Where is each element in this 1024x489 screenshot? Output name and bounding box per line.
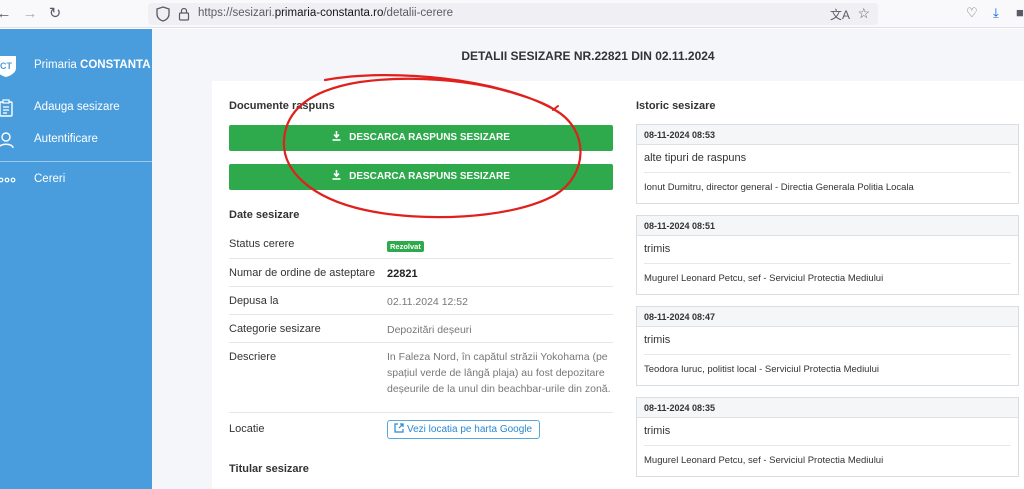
status-badge: Rezolvat	[387, 241, 424, 252]
address-bar[interactable]: https://sesizari.primaria-constanta.ro/d…	[148, 3, 878, 25]
history-author: Ionut Dumitru, director general - Direct…	[644, 182, 914, 193]
sidebar-item-adauga-sesizare[interactable]: Adauga sesizare	[0, 97, 152, 119]
external-link-icon	[394, 423, 404, 433]
detail-label: Depusa la	[229, 295, 279, 307]
download-response-button[interactable]: DESCARCA RASPUNS SESIZARE	[229, 164, 613, 190]
url-text: https://sesizari.primaria-constanta.ro/d…	[198, 7, 454, 19]
history-divider	[644, 263, 1011, 264]
back-arrow-icon[interactable]: ←	[0, 4, 14, 24]
documents-section-title: Documente raspuns	[229, 100, 335, 112]
svg-text:CT: CT	[0, 61, 12, 71]
history-divider	[644, 354, 1011, 355]
sidebar: CT Primaria CONSTANTA Adauga sesizare Au…	[0, 29, 152, 489]
detail-label: Descriere	[229, 351, 277, 363]
forward-arrow-icon[interactable]: →	[20, 4, 40, 24]
pocket-icon[interactable]: ♡	[966, 5, 978, 21]
history-entry: 08-11-2024 08:51 trimis Mugurel Leonard …	[636, 215, 1019, 295]
history-status: trimis	[644, 425, 671, 437]
history-time: 08-11-2024 08:51	[637, 216, 1018, 236]
download-response-button[interactable]: DESCARCA RASPUNS SESIZARE	[229, 125, 613, 151]
detail-label: Numar de ordine de asteptare	[229, 267, 376, 279]
reload-icon[interactable]: ↻	[45, 4, 65, 24]
history-author: Teodora Iuruc, politist local - Serviciu…	[644, 364, 879, 375]
dots-icon	[0, 177, 16, 183]
details-section-title: Date sesizare	[229, 209, 300, 221]
queue-number-value: 22821	[387, 268, 418, 280]
clipboard-icon	[0, 99, 13, 117]
history-status: alte tipuri de raspuns	[644, 152, 747, 164]
detail-row-description: Descriere In Faleza Nord, în capătul str…	[229, 342, 613, 412]
history-author: Mugurel Leonard Petcu, sef - Serviciul P…	[644, 273, 884, 284]
detail-row-status: Status cerere Rezolvat	[229, 232, 613, 258]
lock-icon[interactable]	[178, 7, 190, 21]
owner-section-title: Titular sesizare	[229, 463, 309, 475]
download-icon	[332, 131, 341, 141]
history-entry: 08-11-2024 08:53 alte tipuri de raspuns …	[636, 124, 1019, 204]
user-icon	[0, 132, 14, 149]
sidebar-item-label: Autentificare	[34, 133, 98, 145]
detail-label: Status cerere	[229, 238, 295, 250]
history-status: trimis	[644, 243, 671, 255]
description-value: In Faleza Nord, în capătul străzii Yokoh…	[387, 351, 611, 395]
history-time: 08-11-2024 08:47	[637, 307, 1018, 327]
city-logo-icon: CT	[0, 56, 16, 77]
history-status: trimis	[644, 334, 671, 346]
sidebar-item-label: Adauga sesizare	[34, 101, 120, 113]
category-value: Depozitări deșeuri	[387, 324, 472, 336]
sidebar-item-label: Cereri	[34, 173, 66, 185]
download-icon	[332, 170, 341, 180]
detail-row-location: Locatie Vezi locatia pe harta Google	[229, 412, 613, 444]
detail-label: Locatie	[229, 423, 265, 435]
detail-label: Categorie sesizare	[229, 323, 321, 335]
history-author: Mugurel Leonard Petcu, sef - Serviciul P…	[644, 455, 884, 466]
shield-icon[interactable]	[156, 6, 170, 22]
translate-icon[interactable]: 文A	[830, 6, 850, 23]
detail-row-category: Categorie sesizare Depozitări deșeuri	[229, 314, 613, 342]
detail-row-date: Depusa la 02.11.2024 12:52	[229, 286, 613, 314]
history-entry: 08-11-2024 08:47 trimis Teodora Iuruc, p…	[636, 306, 1019, 386]
page-title: DETALII SESIZARE NR.22821 DIN 02.11.2024	[461, 49, 715, 63]
brand[interactable]: CT Primaria CONSTANTA	[0, 54, 152, 78]
download-icon[interactable]: ⤓	[993, 5, 999, 21]
main-content: DETALII SESIZARE NR.22821 DIN 02.11.2024…	[152, 29, 1024, 489]
history-divider	[644, 445, 1011, 446]
sidebar-divider	[0, 161, 152, 162]
history-entry: 08-11-2024 08:35 trimis Mugurel Leonard …	[636, 397, 1019, 477]
google-maps-link[interactable]: Vezi locatia pe harta Google	[387, 420, 541, 439]
sidebar-item-cereri[interactable]: Cereri	[0, 169, 152, 191]
extensions-icon[interactable]: ■	[1016, 5, 1024, 20]
date-value: 02.11.2024 12:52	[387, 296, 468, 308]
browser-toolbar: ← → ↻ https://sesizari.primaria-constant…	[0, 0, 1024, 28]
bookmark-star-icon[interactable]: ☆	[857, 5, 870, 22]
history-time: 08-11-2024 08:53	[637, 125, 1018, 145]
detail-row-queue: Numar de ordine de asteptare 22821	[229, 258, 613, 286]
history-time: 08-11-2024 08:35	[637, 398, 1018, 418]
status-value: Rezolvat	[387, 238, 617, 254]
sidebar-item-autentificare[interactable]: Autentificare	[0, 129, 152, 151]
history-divider	[644, 172, 1011, 173]
details-panel: Documente raspuns DESCARCA RASPUNS SESIZ…	[212, 81, 1024, 489]
brand-title: Primaria CONSTANTA	[34, 59, 151, 71]
history-section-title: Istoric sesizare	[636, 100, 716, 112]
